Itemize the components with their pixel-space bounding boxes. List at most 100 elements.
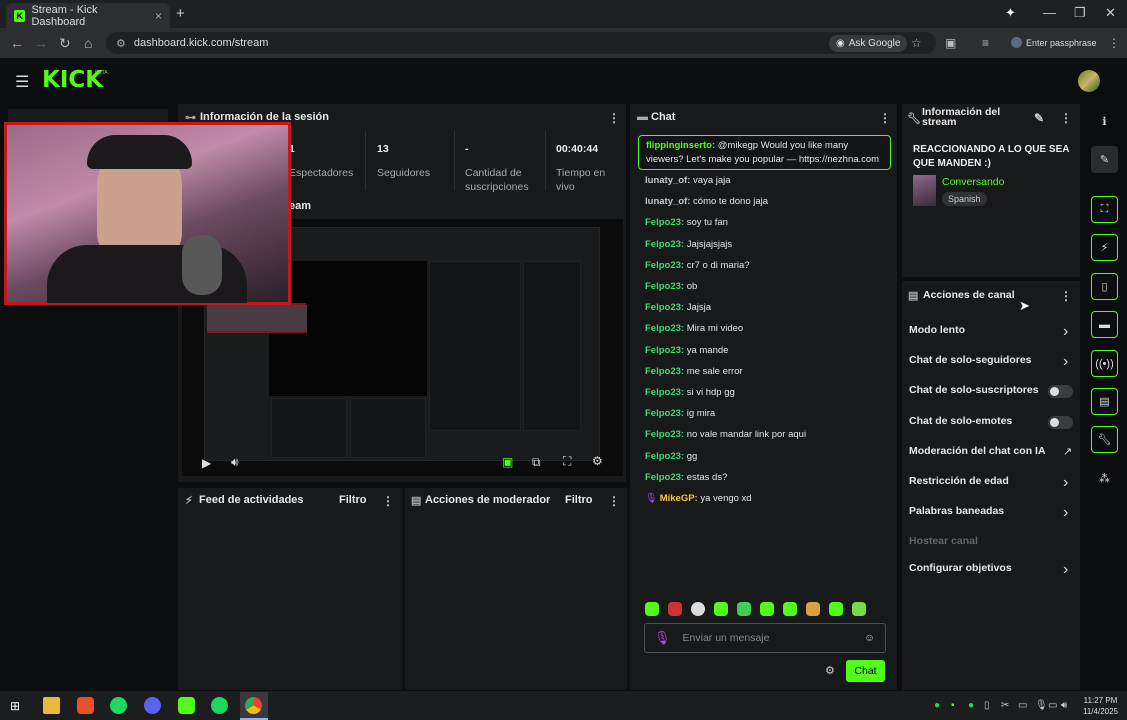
external-link-icon[interactable]: ↗ (1063, 445, 1072, 458)
tray-app-icon-3[interactable]: ▭ (1018, 700, 1027, 711)
hamburger-menu-icon[interactable]: ☰ (15, 72, 29, 92)
chat-settings-icon[interactable]: ⚙ (825, 664, 835, 677)
info-icon[interactable]: ℹ (1091, 108, 1118, 135)
chevron-right-icon[interactable]: › (1063, 504, 1068, 522)
chat-username[interactable]: Felpo23: (645, 260, 684, 271)
channel-action-5[interactable]: Restricción de edad (909, 475, 1009, 487)
chat-username[interactable]: Felpo23: (645, 323, 684, 334)
tray-app-icon-2[interactable]: ✂ (1001, 700, 1009, 711)
actions-toggle-icon[interactable]: ▤ (1091, 388, 1118, 415)
chrome-icon[interactable] (245, 697, 262, 714)
chat-username[interactable]: Felpo23: (645, 451, 684, 462)
chat-username[interactable]: Felpo23: (645, 366, 684, 377)
activity-filter-button[interactable]: Filtro (339, 494, 367, 506)
tray-spotify-icon[interactable]: ● (968, 700, 974, 711)
edit-icon[interactable]: ✎ (1091, 146, 1118, 173)
chat-username[interactable]: Felpo23: (645, 387, 684, 398)
chat-username[interactable]: lunaty_of: (645, 196, 690, 207)
browser-tab[interactable]: K Stream - Kick Dashboard × (6, 3, 170, 28)
emote-icon[interactable] (691, 602, 705, 616)
session-info-menu-icon[interactable]: ⋮ (608, 111, 620, 125)
mod-toggle-icon[interactable]: ▯ (1091, 273, 1118, 300)
channel-action-1[interactable]: Chat de solo-seguidores (909, 354, 1032, 366)
profile-button[interactable]: Enter passphrase (1011, 37, 1097, 48)
category-link[interactable]: Conversando (942, 176, 1004, 188)
chevron-right-icon[interactable]: › (1063, 353, 1068, 371)
extensions-icon[interactable]: ✦ (1005, 5, 1016, 21)
theater-icon[interactable]: ⧉ (532, 455, 541, 470)
windows-start-icon[interactable]: ⊞ (10, 699, 20, 713)
chat-menu-icon[interactable]: ⋮ (879, 111, 891, 125)
reading-list-icon[interactable]: ≡ (982, 36, 989, 50)
mic-icon[interactable]: 🎙︎ (654, 630, 671, 646)
tray-kick-icon[interactable]: ▪ (951, 700, 955, 711)
tab-close-icon[interactable]: × (155, 9, 162, 23)
broadcast-toggle-icon[interactable]: ((•)) (1091, 350, 1118, 377)
spotify-icon-2[interactable] (211, 697, 228, 714)
close-window-icon[interactable]: ✕ (1105, 5, 1116, 21)
tray-status-icon[interactable]: ● (934, 700, 940, 711)
channel-action-7[interactable]: Hostear canal (909, 535, 978, 547)
edit-stream-icon[interactable]: ✎ (1034, 111, 1044, 125)
mod-filter-button[interactable]: Filtro (565, 494, 593, 506)
bookmark-star-icon[interactable]: ☆ (911, 36, 922, 50)
chat-username[interactable]: Felpo23: (645, 281, 684, 292)
home-icon[interactable]: ⌂ (84, 35, 92, 51)
chevron-right-icon[interactable]: › (1063, 474, 1068, 492)
channel-action-8[interactable]: Configurar objetivos (909, 562, 1012, 574)
pinned-user[interactable]: flippinginserto: (646, 140, 715, 151)
reload-icon[interactable]: ↻ (59, 35, 71, 52)
url-field[interactable]: ⚙ dashboard.kick.com/stream (106, 32, 936, 54)
chat-username[interactable]: Felpo23: (645, 472, 684, 483)
emote-icon[interactable] (668, 602, 682, 616)
emote-icon[interactable] (737, 602, 751, 616)
file-explorer-icon[interactable] (43, 697, 60, 714)
emote-icon[interactable] (760, 602, 774, 616)
emote-icon[interactable] (714, 602, 728, 616)
system-clock[interactable]: 11:27 PM 11/4/2025 (1083, 695, 1118, 717)
channel-action-3[interactable]: Chat de solo-emotes (909, 415, 1012, 427)
session-info-toggle-icon[interactable]: ⛶ (1091, 196, 1118, 223)
discord-icon[interactable] (144, 697, 161, 714)
new-tab-button[interactable]: + (176, 5, 185, 22)
chat-username[interactable]: Felpo23: (645, 239, 684, 250)
activity-menu-icon[interactable]: ⋮ (382, 494, 394, 508)
tray-app-icon[interactable]: ▯ (984, 700, 990, 711)
network-icon[interactable]: ▭ (1048, 700, 1057, 711)
chat-send-button[interactable]: Chat (846, 660, 885, 682)
channel-action-6[interactable]: Palabras baneadas (909, 505, 1004, 517)
tools-toggle-icon[interactable]: 🔧︎ (1091, 426, 1118, 453)
microphone-tray-icon[interactable]: 🎙︎ (1035, 700, 1048, 711)
clip-icon[interactable]: ▣ (502, 455, 513, 469)
channel-action-2[interactable]: Chat de solo-suscriptores (909, 384, 1039, 396)
brave-browser-icon[interactable] (77, 697, 94, 714)
stream-info-menu-icon[interactable]: ⋮ (1060, 111, 1072, 125)
chat-username[interactable]: Felpo23: (645, 429, 684, 440)
emote-icon[interactable] (645, 602, 659, 616)
chat-message-input[interactable]: 🎙︎ Enviar un mensaje ☺ (644, 623, 886, 653)
spotify-icon[interactable] (110, 697, 127, 714)
settings-icon[interactable]: ⚙ (592, 454, 603, 468)
toggle-switch[interactable] (1048, 385, 1073, 399)
chat-toggle-icon[interactable]: ▬ (1091, 311, 1118, 338)
chat-username[interactable]: Felpo23: (645, 217, 684, 228)
mod-menu-icon[interactable]: ⋮ (608, 494, 620, 508)
ask-google-button[interactable]: ◉ Ask Google (829, 35, 908, 52)
pinned-message[interactable]: flippinginserto: @mikegp Would you like … (638, 135, 891, 170)
chat-username[interactable]: lunaty_of: (645, 175, 690, 186)
chevron-right-icon[interactable]: › (1063, 561, 1068, 579)
category-thumbnail[interactable] (913, 175, 936, 206)
cast-icon[interactable]: ▣ (945, 36, 956, 50)
channel-action-0[interactable]: Modo lento (909, 324, 965, 336)
chat-username[interactable]: Felpo23: (645, 345, 684, 356)
fullscreen-icon[interactable]: ⛶ (563, 454, 571, 469)
emoji-picker-icon[interactable]: ☺ (864, 632, 875, 644)
browser-menu-icon[interactable]: ⋮ (1108, 36, 1120, 50)
chat-username[interactable]: Felpo23: (645, 408, 684, 419)
channel-actions-menu-icon[interactable]: ⋮ (1060, 289, 1072, 303)
activity-toggle-icon[interactable]: ⚡︎ (1091, 234, 1118, 261)
back-icon[interactable]: ← (10, 35, 24, 51)
chat-username[interactable]: MikeGP: (660, 493, 698, 504)
channel-action-4[interactable]: Moderación del chat con IA (909, 445, 1046, 457)
toggle-switch[interactable] (1048, 415, 1073, 429)
